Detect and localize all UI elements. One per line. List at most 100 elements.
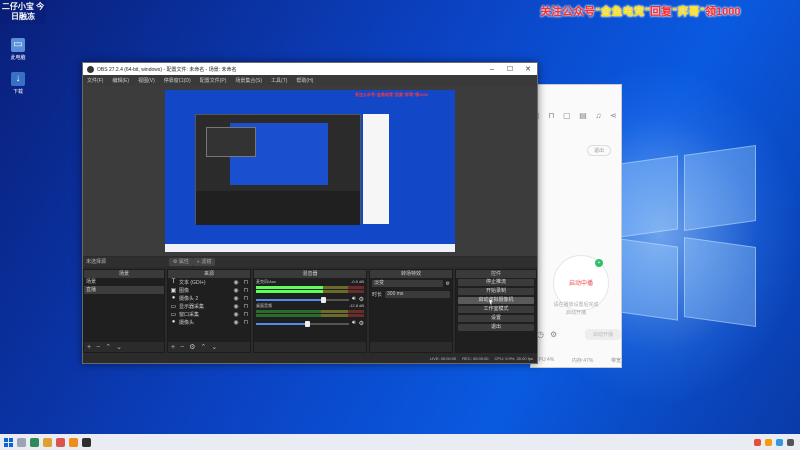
gear-icon[interactable]: ⚙ (550, 330, 557, 339)
visibility-eye-icon[interactable]: ◉ (232, 303, 240, 310)
task-view-icon[interactable] (17, 437, 26, 447)
exit-button[interactable]: 退出 (458, 324, 534, 331)
tray-icon[interactable] (776, 438, 783, 446)
monitor-icon: ▭ (170, 303, 177, 310)
app-icon[interactable] (56, 437, 65, 447)
menu-profile[interactable]: 配置文件(P) (200, 77, 227, 84)
tray-icon[interactable] (765, 438, 772, 446)
gear-icon[interactable]: ⚙ (446, 281, 450, 287)
app-icon[interactable] (30, 437, 39, 447)
source-row[interactable]: T 文本 (GDI+) ◉ ⊓ (168, 278, 250, 286)
move-up-icon[interactable]: ⌃ (105, 343, 111, 351)
taskbar (0, 434, 800, 450)
audio-mixer-dock: 混音器 麦克风/Aux -0.0 dB 🔊︎ ⚙ 桌面音频 -12.8 dB 🔊… (253, 269, 367, 353)
visibility-eye-icon[interactable]: ◉ (232, 279, 240, 286)
folder-icon[interactable] (43, 437, 52, 447)
volume-icon[interactable] (787, 438, 794, 446)
scenes-footer: + − ⌃ ⌄ (84, 342, 164, 352)
maximize-icon[interactable]: ☐ (501, 65, 519, 73)
move-down-icon[interactable]: ⌄ (211, 343, 217, 351)
channel-db: -0.0 dB (351, 279, 364, 284)
desktop-icon-download[interactable]: ↓ 下载 (2, 72, 34, 95)
studio-mode-button[interactable]: 工作室模式 (458, 306, 534, 313)
close-icon[interactable]: ✕ (519, 65, 537, 73)
menu-docks[interactable]: 停靠窗口(D) (164, 77, 191, 84)
lock-icon[interactable]: ⊓ (548, 111, 554, 120)
add-icon[interactable]: + (171, 344, 175, 351)
remove-icon[interactable]: − (180, 344, 184, 351)
clock-icon[interactable]: ◷ (537, 330, 544, 339)
menu-tools[interactable]: 工具(T) (271, 77, 287, 84)
nested-promo: 关注公众号“金鱼电竞”回复“弈哥”领1000 (355, 92, 428, 97)
slider-knob[interactable] (305, 320, 311, 327)
speaker-icon[interactable]: 🔊︎ (352, 320, 356, 327)
duration-input[interactable]: 300 ms (385, 291, 450, 298)
scenes-list: 场景 直播 (84, 278, 164, 342)
source-row[interactable]: ▣ 图像 ◉ ⊓ (168, 286, 250, 294)
gear-icon[interactable]: ⚙ (359, 320, 364, 327)
obs-titlebar[interactable]: OBS 27.2.4 (64-bit, windows) - 配置文件: 未命名… (83, 63, 537, 75)
start-recording-button[interactable]: 开始录制 (458, 288, 534, 295)
move-down-icon[interactable]: ⌄ (116, 343, 122, 351)
desktop-icon-computer[interactable]: ▭ 此电脑 (2, 38, 34, 61)
sources-list: T 文本 (GDI+) ◉ ⊓ ▣ 图像 ◉ ⊓ ● 摄像头 2 ◉ ⊓ ▭ 显… (168, 278, 250, 342)
app-icon[interactable] (69, 437, 78, 447)
image-icon: ▣ (170, 287, 177, 294)
sources-title: 来源 (168, 270, 250, 278)
mixer-channel: 桌面音频 -12.8 dB 🔊︎ ⚙ (254, 302, 366, 327)
source-toolbar: 未选择源 ⚙ 属性 ◐ 滤镜 (83, 257, 537, 267)
visibility-eye-icon[interactable]: ◉ (232, 311, 240, 318)
menu-view[interactable]: 视图(V) (138, 77, 155, 84)
lock-icon[interactable]: ⊓ (242, 319, 250, 326)
start-virtual-camera-button[interactable]: 启动虚拟摄像机 (458, 297, 534, 304)
chart-icon[interactable]: ▤ (579, 111, 587, 120)
menu-scene-collection[interactable]: 场景集合(S) (235, 77, 262, 84)
meter-level (256, 290, 323, 293)
source-row[interactable]: ● 摄像头 ◉ ⊓ (168, 318, 250, 326)
scene-transitions-dock: 转场特效 淡变 ⚙ 时长 300 ms (369, 269, 453, 353)
lock-icon[interactable]: ⊓ (242, 279, 250, 286)
menu-file[interactable]: 文件(F) (87, 77, 103, 84)
move-up-icon[interactable]: ⌃ (200, 343, 206, 351)
visibility-eye-icon[interactable]: ◉ (232, 295, 240, 302)
controls-dock: 控件 停止推流 开始录制 启动虚拟摄像机 工作室模式 设置 退出 (455, 269, 537, 353)
volume-slider[interactable] (256, 320, 349, 327)
gear-icon[interactable]: ⚙ (189, 343, 195, 351)
tray-icon[interactable] (754, 438, 761, 446)
logout-button[interactable]: 退出 (587, 145, 612, 156)
visibility-eye-icon[interactable]: ◉ (232, 287, 240, 294)
download-icon: ↓ (11, 72, 25, 86)
lock-icon[interactable]: ⊓ (242, 295, 250, 302)
program-preview[interactable]: 关注公众号“金鱼电竞”回复“弈哥”领1000 (165, 90, 455, 252)
lock-icon[interactable]: ⊓ (242, 303, 250, 310)
bell-icon[interactable]: ♫ (595, 111, 601, 120)
lock-icon[interactable]: ⊓ (242, 287, 250, 294)
minimize-icon[interactable]: – (483, 66, 501, 73)
stop-streaming-button[interactable]: 停止推流 (458, 279, 534, 286)
lock-icon[interactable]: ⊓ (242, 311, 250, 318)
share-icon[interactable]: ⋖ (610, 111, 617, 120)
menu-edit[interactable]: 编辑(E) (112, 77, 129, 84)
scene-item[interactable]: 直播 (84, 286, 164, 294)
add-icon[interactable]: + (87, 344, 91, 351)
menu-help[interactable]: 帮助(H) (296, 77, 313, 84)
source-row[interactable]: ▭ 显示器采集 ◉ ⊓ (168, 302, 250, 310)
remove-icon[interactable]: − (96, 344, 100, 351)
properties-button[interactable]: ⚙ 属性 (169, 258, 193, 266)
channel-db: -12.8 dB (348, 303, 364, 308)
shop-icon[interactable]: ▢ (563, 111, 571, 120)
mixer-channel: 麦克风/Aux -0.0 dB 🔊︎ ⚙ (254, 278, 366, 303)
start-button[interactable] (4, 437, 13, 447)
visibility-eye-icon[interactable]: ◉ (232, 319, 240, 326)
transition-select[interactable]: 淡变 (372, 280, 443, 287)
windows-logo-wallpaper (612, 144, 762, 330)
settings-button[interactable]: 设置 (458, 315, 534, 322)
scene-item[interactable]: 场景 (84, 278, 164, 286)
source-row[interactable]: ● 摄像头 2 ◉ ⊓ (168, 294, 250, 302)
volume-slider[interactable] (256, 296, 349, 303)
meter-level (256, 286, 323, 289)
obs-icon[interactable] (82, 437, 91, 447)
filters-button[interactable]: ◐ 滤镜 (193, 258, 216, 266)
source-row[interactable]: ▭ 窗口采集 ◉ ⊓ (168, 310, 250, 318)
start-live-button[interactable]: 启动开播 (584, 329, 621, 340)
